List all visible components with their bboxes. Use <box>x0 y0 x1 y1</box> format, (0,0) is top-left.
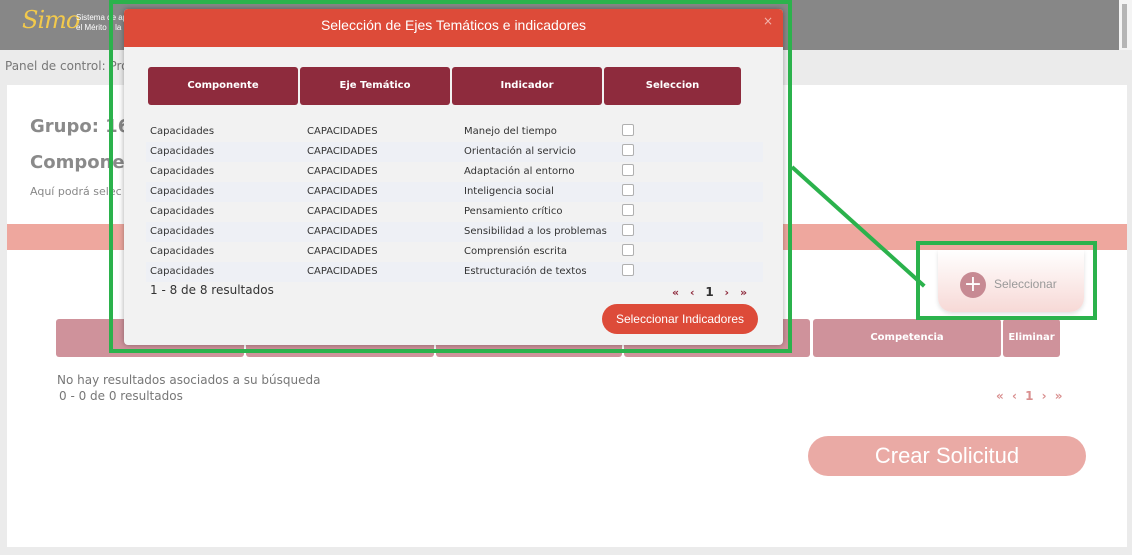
no-results-message: No hay resultados asociados a su búsqued… <box>57 373 321 387</box>
help-text: Aquí podrá selec <box>30 185 122 198</box>
pager-first[interactable]: « <box>996 389 1006 403</box>
results-count: 0 - 0 de 0 resultados <box>59 389 183 403</box>
table-header-eliminar: Eliminar <box>1003 319 1060 357</box>
simo-logo: Simo Sistema de ap el Mérito y la <box>22 6 127 44</box>
annotation-box-modal <box>109 0 792 353</box>
crear-solicitud-button[interactable]: Crear Solicitud <box>808 436 1086 476</box>
table-header-competencia: Competencia <box>813 319 1001 357</box>
logo-mark: Simo <box>22 6 80 34</box>
results-pager: « ‹ 1 › » <box>996 389 1065 403</box>
annotation-box-seleccionar <box>916 241 1097 320</box>
pager-prev[interactable]: ‹ <box>1012 389 1019 403</box>
scrollbar-thumb[interactable] <box>1122 4 1127 48</box>
pager-page[interactable]: 1 <box>1025 389 1035 403</box>
pager-next[interactable]: › <box>1042 389 1049 403</box>
pager-last[interactable]: » <box>1055 389 1065 403</box>
